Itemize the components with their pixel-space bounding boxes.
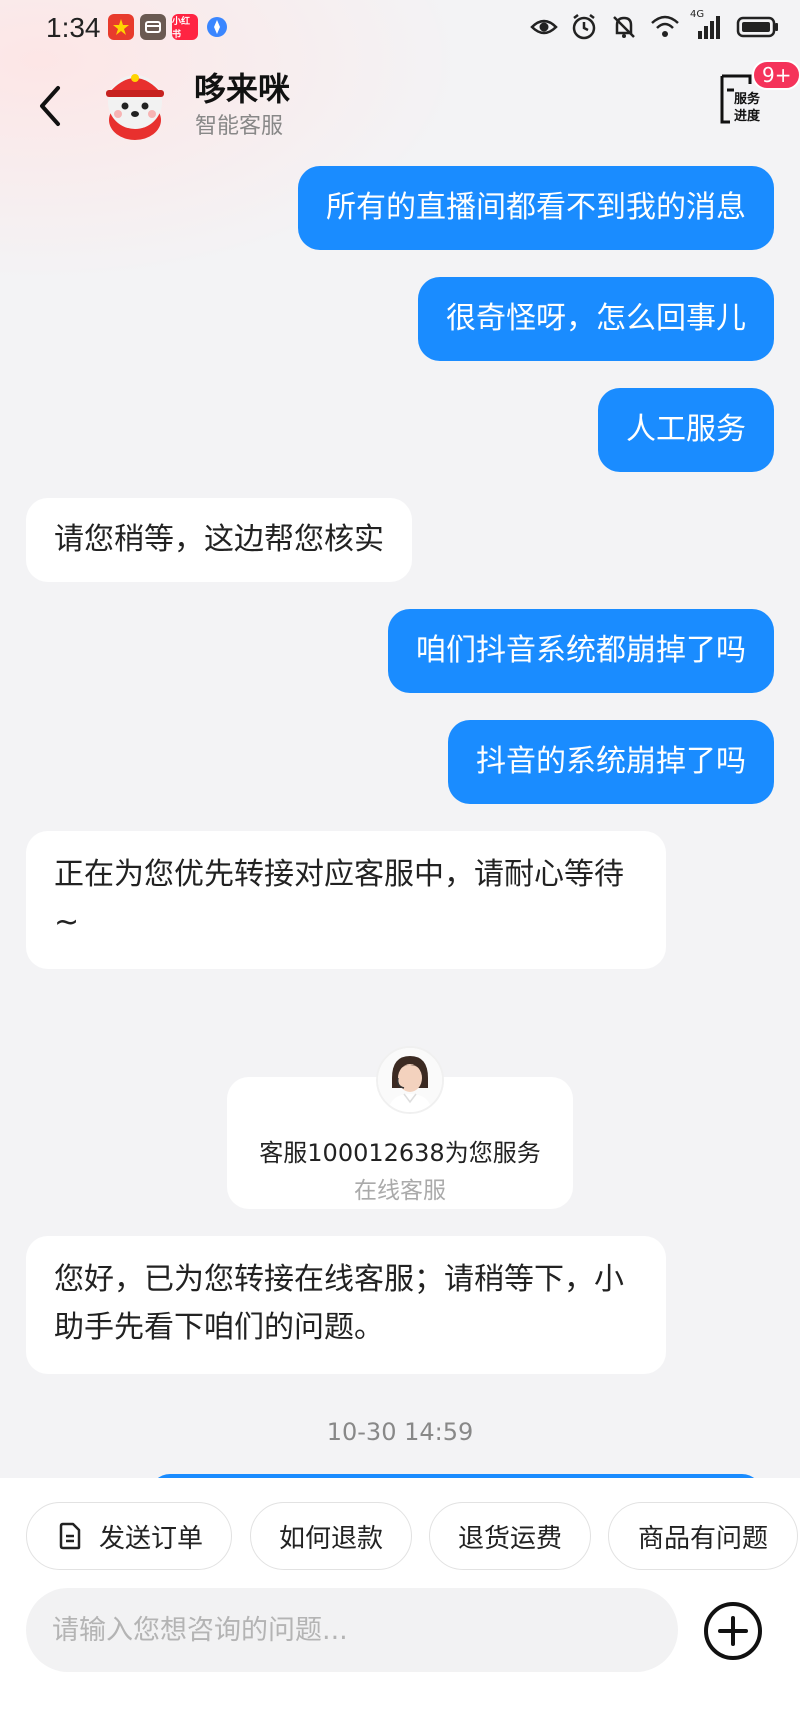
message-bubble-user[interactable]: 咱们抖音系统都崩掉了吗: [388, 609, 774, 693]
message-bubble-bot[interactable]: 正在为您优先转接对应客服中，请耐心等待 ~: [26, 831, 666, 969]
xiaohongshu-icon: 小红书: [172, 14, 198, 40]
eye-icon: [530, 13, 558, 41]
chip-label: 退货运费: [457, 1523, 562, 1554]
battery-icon: [736, 13, 780, 41]
alarm-icon: [570, 13, 598, 41]
agent-card-title: 客服100012638为您服务: [259, 1139, 541, 1167]
back-button[interactable]: [28, 70, 72, 142]
network-label: 4G: [690, 9, 705, 20]
message-input[interactable]: [26, 1588, 678, 1672]
chat-area[interactable]: 所有的直播间都看不到我的消息 很奇怪呀，怎么回事儿 人工服务 请您稍等，这边帮您…: [0, 156, 800, 1476]
flag-icon: [108, 14, 134, 40]
message-bubble-bot[interactable]: 您好，已为您转接在线客服；请稍等下，小助手先看下咱们的问题。: [26, 1236, 666, 1374]
document-icon: [59, 1522, 81, 1550]
quick-action-refund[interactable]: 如何退款: [250, 1502, 412, 1570]
plus-button[interactable]: [702, 1600, 764, 1662]
message-bubble-user[interactable]: 抖音的系统崩掉了吗: [448, 720, 774, 804]
quick-action-send-order[interactable]: 发送订单: [26, 1502, 232, 1570]
chevron-left-icon: [40, 86, 60, 126]
agent-photo: [376, 1046, 444, 1114]
message-bubble-user[interactable]: 人工服务: [598, 388, 774, 472]
progress-label-bottom: 进度: [734, 109, 761, 124]
input-panel: 发送订单 如何退款 退货运费 商品有问题: [0, 1478, 800, 1733]
plus-icon: [704, 1602, 762, 1660]
progress-badge: 9+: [752, 60, 800, 90]
agent-avatar[interactable]: [96, 62, 174, 142]
message-timestamp: 10-30 14:59: [326, 1418, 474, 1446]
status-bar: 1:34 小红书 4G: [0, 0, 800, 56]
chip-label: 如何退款: [278, 1523, 383, 1554]
chip-label: 发送订单: [98, 1523, 203, 1554]
signal-icon: 4G: [690, 9, 724, 41]
wifi-icon: [650, 13, 679, 41]
message-bubble-user[interactable]: 很奇怪呀，怎么回事儿: [418, 277, 774, 361]
agent-name: 哆来咪: [194, 70, 291, 108]
quick-action-product-issue[interactable]: 商品有问题: [608, 1502, 798, 1570]
agent-subtitle: 智能客服: [195, 114, 284, 139]
status-time: 1:34: [46, 12, 101, 43]
chip-label: 商品有问题: [637, 1523, 768, 1554]
quick-action-return-shipping[interactable]: 退货运费: [429, 1502, 591, 1570]
agent-card-subtitle: 在线客服: [354, 1178, 446, 1204]
compass-icon: [204, 14, 230, 40]
wallet-icon: [140, 14, 166, 40]
message-bubble-user[interactable]: 所有的直播间都看不到我的消息: [298, 166, 774, 250]
mute-icon: [610, 13, 638, 41]
message-bubble-bot[interactable]: 请您稍等，这边帮您核实: [26, 498, 412, 582]
chat-header: 哆来咪 智能客服 服务 进度 9+: [0, 56, 800, 156]
